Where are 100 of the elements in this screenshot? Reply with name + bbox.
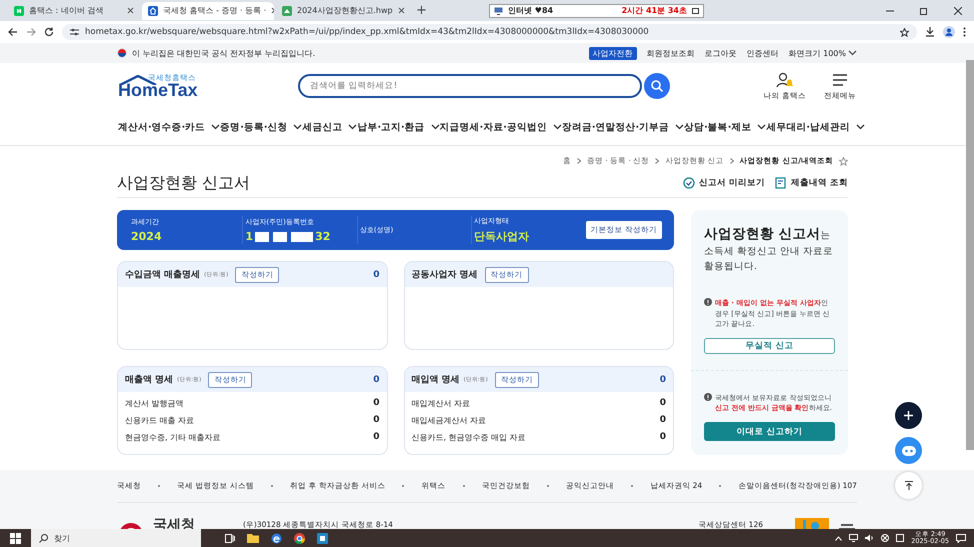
- taskbar-search-field[interactable]: 찾기: [31, 529, 201, 547]
- chevron-down-icon: [675, 124, 684, 130]
- row-value: 0: [373, 398, 380, 408]
- logo-text: HomeTax: [118, 81, 198, 99]
- chatbot-button[interactable]: [895, 437, 922, 464]
- guide-heading: 사업장현황 신고서는 소득세 확정신고 안내 자료로 활용됩니다.: [704, 225, 834, 274]
- zoom-dropdown[interactable]: 화면크기 100%: [788, 48, 857, 58]
- ime-icon[interactable]: [881, 534, 890, 542]
- row-label: 매입세금계산서 자료: [412, 414, 486, 426]
- arrow-up-icon: [904, 481, 912, 490]
- history-link[interactable]: 제출내역 조회: [775, 177, 848, 189]
- keyboard-icon[interactable]: [896, 534, 904, 542]
- favorite-star-icon[interactable]: [839, 156, 848, 166]
- preview-link[interactable]: 신고서 미리보기: [683, 177, 766, 189]
- tab-favicon-icon: [14, 6, 24, 16]
- plus-icon: [904, 411, 913, 420]
- no-activity-report-button[interactable]: 무실적 신고: [704, 338, 835, 354]
- field-value: 2024: [131, 230, 163, 243]
- browser-tab[interactable]: 국세청 홈택스 - 증명 · 등록 ·: [142, 2, 274, 20]
- window-icon: [692, 8, 699, 14]
- scrollbar[interactable]: [966, 60, 974, 450]
- browser-tab[interactable]: 2024사업장현황신고.hwp: [276, 2, 408, 20]
- field-value: 단독사업자: [474, 229, 530, 244]
- search-button[interactable]: [644, 73, 670, 99]
- row-label: 계산서 발행금액: [125, 398, 184, 408]
- top-link[interactable]: 회원정보조회: [646, 48, 695, 58]
- nav-menu-item[interactable]: 납부·고지·환급: [357, 120, 440, 134]
- card-total: 0: [373, 270, 380, 280]
- redaction-mark: [291, 232, 314, 242]
- address-bar[interactable]: hometax.go.kr/websquare/websquare.html?w2xPath=/ui/pp/index_pp.xml&tmIdx=43&tm2lIdx=4308000000&tm3lIdx=4308030000: [62, 24, 917, 40]
- row-label: 현금영수증, 기타 매출자료: [125, 432, 221, 442]
- more-menu-icon[interactable]: [963, 27, 966, 37]
- nav-menu-item[interactable]: 장려금·연말정산·기부금: [562, 120, 684, 134]
- profile-icon[interactable]: [943, 26, 955, 38]
- app-icon[interactable]: [317, 532, 328, 544]
- row-label: 신용카드, 현금영수증 매입 자료: [412, 432, 526, 442]
- row-label: 매입계산서 자료: [412, 398, 470, 408]
- info-icon: [704, 298, 712, 306]
- nav-menu-item[interactable]: 증명·등록·신청: [220, 120, 302, 134]
- row-value: 0: [660, 432, 666, 442]
- task-view-icon[interactable]: [225, 534, 235, 542]
- nav-menu-item[interactable]: 지급명세·자료·공익법인: [440, 120, 562, 134]
- volume-icon[interactable]: [865, 534, 874, 542]
- page-title: 사업장현황 신고서: [117, 172, 250, 194]
- chevron-right-icon: [730, 158, 734, 164]
- reload-icon[interactable]: [44, 27, 54, 37]
- chevron-down-icon: [430, 124, 440, 130]
- row-value: 0: [660, 398, 666, 408]
- redaction-mark: [273, 232, 288, 242]
- submit-report-button[interactable]: 이대로 신고하기: [704, 422, 835, 441]
- search-icon: [651, 80, 663, 92]
- nav-menu-item[interactable]: 계산서·영수증·카드: [118, 120, 220, 134]
- restore-icon[interactable]: [920, 6, 928, 14]
- nav-menu-item[interactable]: 세무대리·납세관리: [766, 120, 865, 134]
- menu-icon: [831, 72, 849, 88]
- notification-icon[interactable]: [956, 534, 966, 542]
- scroll-top-button[interactable]: [895, 472, 922, 499]
- row-value: 0: [373, 415, 380, 425]
- chevron-right-icon: [576, 158, 581, 164]
- history-icon: [775, 177, 788, 189]
- download-icon[interactable]: [925, 27, 935, 37]
- user-bell-icon: [776, 72, 794, 88]
- browser-tab[interactable]: 홈택스 : 네이버 검색: [8, 2, 140, 20]
- card-title: 수입금액 매출명세: [125, 268, 200, 281]
- top-link[interactable]: 인증센터: [746, 48, 779, 58]
- edge-icon[interactable]: [271, 532, 282, 544]
- chevron-down-icon: [757, 124, 766, 130]
- robot-icon: [900, 444, 916, 456]
- chrome-icon[interactable]: [294, 532, 305, 544]
- new-tab-button[interactable]: +: [410, 3, 433, 18]
- redaction-mark: [255, 232, 270, 242]
- network-icon[interactable]: [849, 534, 858, 542]
- card-title: 매입액 명세: [412, 374, 460, 386]
- forward-icon[interactable]: [26, 27, 36, 37]
- timer-widget: 인터넷 ♥84 2시간 41분 34초: [489, 4, 704, 18]
- field-value: 32: [315, 230, 330, 243]
- search-field[interactable]: 검색어를 입력하세요!: [298, 74, 642, 98]
- field-value: 1: [245, 230, 254, 243]
- info-icon: [704, 392, 712, 401]
- windows-start-icon[interactable]: [10, 532, 21, 544]
- flag-icon: [117, 48, 127, 58]
- monitor-icon: [494, 6, 503, 14]
- chevron-down-icon: [552, 124, 562, 130]
- top-link[interactable]: 로그아웃: [704, 48, 737, 58]
- nav-menu-item[interactable]: 상담·불복·제보: [684, 120, 766, 134]
- star-icon[interactable]: [900, 28, 909, 36]
- add-button[interactable]: [895, 402, 922, 429]
- card-title: 공동사업자 명세: [412, 269, 478, 281]
- tab-favicon-icon: [282, 6, 292, 16]
- tray-chevron-icon[interactable]: [835, 536, 842, 540]
- folder-icon[interactable]: [247, 533, 259, 543]
- site-settings-icon: [70, 28, 79, 36]
- chevron-down-icon: [211, 124, 220, 130]
- switch-account-button[interactable]: 사업자전환: [588, 46, 637, 60]
- nav-menu-item[interactable]: 세금신고: [302, 120, 358, 134]
- chevron-down-icon: [293, 124, 302, 130]
- chevron-down-icon: [856, 124, 865, 130]
- card-total: 0: [373, 374, 380, 384]
- chevron-right-icon: [655, 158, 660, 164]
- back-icon[interactable]: [8, 27, 18, 37]
